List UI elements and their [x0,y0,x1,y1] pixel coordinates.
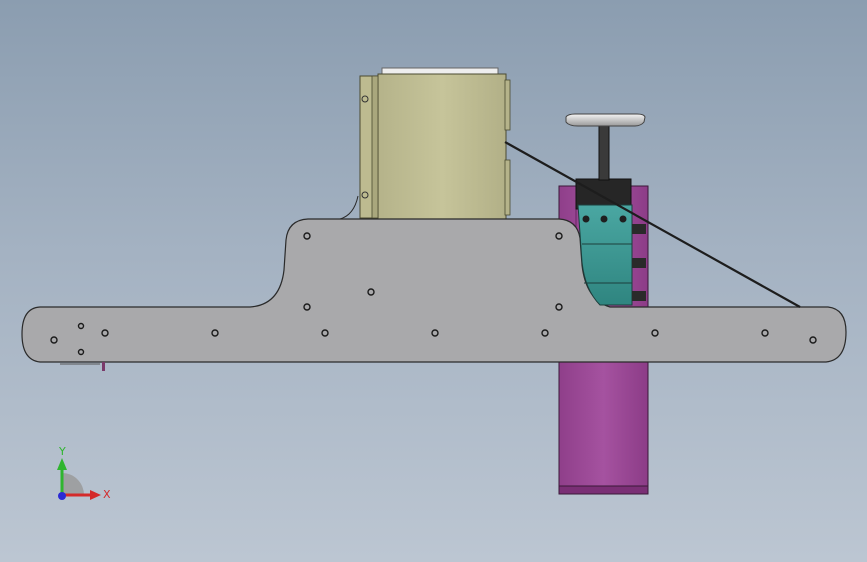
side-rail-lower [504,159,511,216]
clamp-1 [632,224,646,234]
top-cap [565,113,646,127]
clamp-3 [632,291,646,301]
fillet-curve [339,195,359,220]
y-axis-label: Y [58,445,66,458]
control-cabinet[interactable] [359,67,511,221]
bracket-bolt-1 [582,215,590,223]
x-axis-label: X [103,488,111,501]
base-plate[interactable] [21,218,847,363]
model-view[interactable]: Y X [0,0,867,562]
triad-plane [62,473,84,495]
small-foot [102,362,105,371]
bracket-bolt-2 [600,215,608,223]
cabinet-hinge-strip [371,75,379,219]
clamp-2 [632,258,646,268]
post [598,123,610,181]
coordinate-triad[interactable]: Y X [57,445,111,501]
z-axis-dot [58,492,66,500]
side-rail-upper [504,79,511,131]
cabinet-body [377,73,507,221]
bracket-bolt-3 [619,215,627,223]
y-arrow-icon [57,458,67,470]
x-arrow-icon [90,490,101,500]
cabinet-top-plate [381,67,499,75]
column-base [558,485,649,495]
cad-viewport[interactable]: Y X [0,0,867,562]
